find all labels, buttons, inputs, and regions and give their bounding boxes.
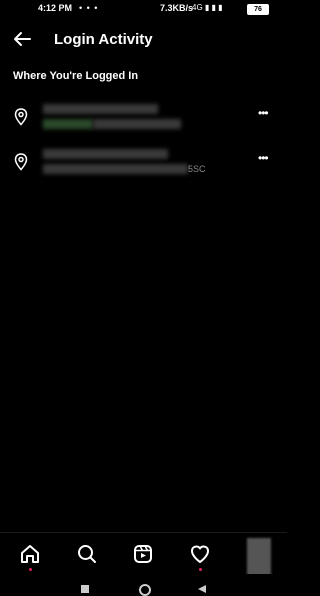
home-circle-icon[interactable] [139,584,151,596]
notification-dot [199,568,202,571]
back-triangle-icon[interactable] [197,584,207,594]
session-location-redacted [93,119,181,129]
location-pin-icon [14,108,28,126]
session-device-redacted [43,104,158,114]
more-horizontal-icon[interactable]: ••• [258,151,269,165]
reels-icon[interactable] [132,543,154,565]
network-speed: 7.3KB/s [160,3,194,13]
session-row[interactable]: ••• [0,100,287,140]
session-row[interactable]: 5SC ••• [0,145,287,185]
active-indicator [29,568,32,571]
location-pin-icon [14,153,28,171]
search-icon[interactable] [76,543,98,565]
session-location-redacted [43,164,188,174]
page-title: Login Activity [54,31,153,48]
arrow-left-icon[interactable] [12,29,32,49]
header: Login Activity [0,22,287,56]
session-suffix: 5SC [188,164,206,174]
avatar[interactable] [247,538,271,576]
system-nav-bar [0,574,287,596]
more-horizontal-icon[interactable]: ••• [258,106,269,120]
session-status-redacted [43,119,93,129]
battery-icon: 76 [247,4,269,15]
status-time: 4:12 PM [38,3,73,13]
home-icon[interactable] [19,543,41,565]
session-device-redacted [43,149,168,159]
recents-icon[interactable] [81,585,89,593]
bottom-nav [0,532,287,576]
status-notification-icons: • • • [79,3,99,13]
signal-icons: 4G ▮ ▮ ▮ [192,3,223,12]
section-title: Where You're Logged In [13,70,139,82]
status-bar: 4:12 PM • • • 7.3KB/s 4G ▮ ▮ ▮ 76 [0,0,287,18]
heart-icon[interactable] [189,543,211,565]
